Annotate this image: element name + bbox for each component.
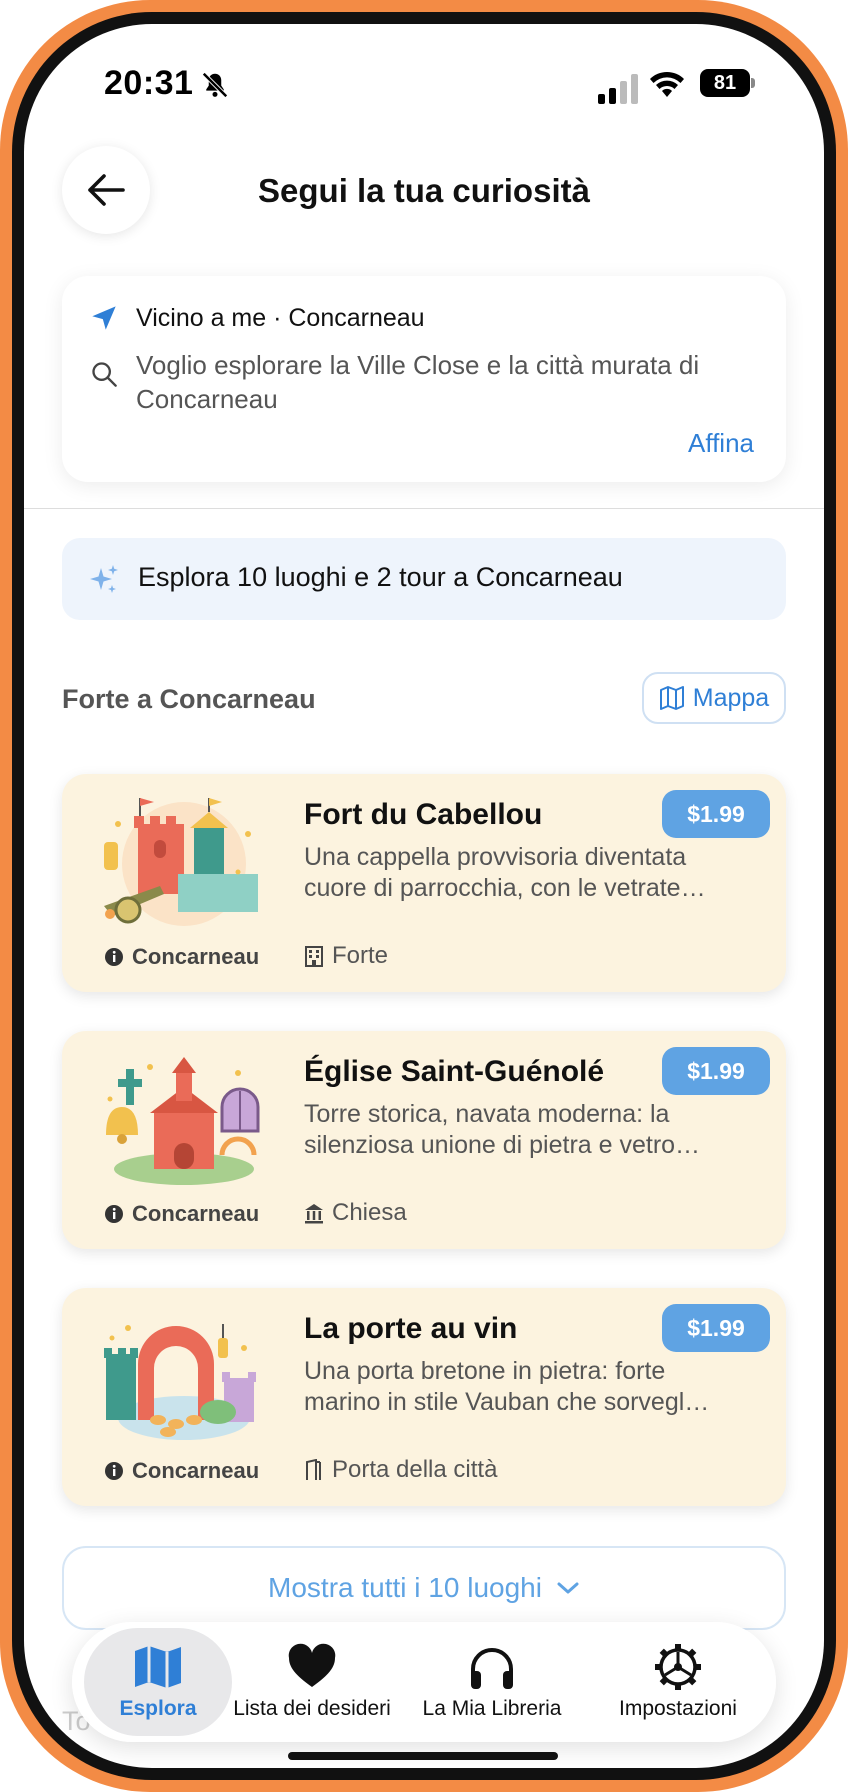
- map-button-label: Mappa: [692, 683, 770, 712]
- place-card[interactable]: Concarneau Église Saint-Guénolé Torre st…: [62, 1031, 786, 1249]
- chevron-down-icon: [557, 1582, 579, 1594]
- phone-bezel: 20:31 81 Segui la tua curiosità Vicino a…: [12, 12, 836, 1780]
- explore-banner-text: Esplora 10 luoghi e 2 tour a Concarneau: [138, 562, 623, 592]
- wifi-icon: [650, 71, 684, 97]
- signal-icon: [598, 74, 638, 104]
- price-badge[interactable]: $1.99: [662, 790, 770, 838]
- place-description: Una cappella provvisoria diventata cuore…: [304, 843, 706, 902]
- show-all-label: Mostra tutti i 10 luoghi: [268, 1572, 542, 1603]
- place-city: Concarneau: [132, 944, 260, 969]
- tab-lista-dei-desideri[interactable]: Lista dei desideri: [220, 1628, 404, 1736]
- place-description: Torre storica, navata moderna: la silenz…: [304, 1100, 701, 1159]
- place-type: Porta della città: [332, 1456, 498, 1483]
- place-type-row: Chiesa: [304, 1199, 407, 1227]
- place-type: Forte: [332, 942, 389, 969]
- map-icon: [659, 686, 684, 710]
- place-city-row: Concarneau: [104, 1201, 259, 1227]
- battery-tip: [751, 78, 755, 88]
- status-time: 20:31: [104, 64, 194, 102]
- tab-impostazioni[interactable]: Impostazioni: [600, 1628, 756, 1736]
- church-illustration: [106, 1057, 260, 1185]
- door-icon: [306, 1459, 321, 1480]
- divider: [24, 508, 824, 509]
- fort-illustration: [104, 798, 258, 926]
- place-name: Fort du Cabellou: [304, 798, 543, 831]
- refine-button[interactable]: Affina: [688, 428, 754, 459]
- page-title: Segui la tua curiosità: [258, 172, 590, 209]
- info-icon: [105, 948, 123, 966]
- place-card[interactable]: Concarneau Fort du Cabellou Una cappella…: [62, 774, 786, 992]
- bell-off-icon: [202, 72, 228, 98]
- tab-label: Impostazioni: [619, 1697, 737, 1720]
- search-card[interactable]: Vicino a me · Concarneau Voglio esplorar…: [62, 276, 786, 482]
- location-label: Vicino a me · Concarneau: [136, 304, 425, 332]
- search-icon: [92, 362, 117, 387]
- info-icon: [105, 1205, 123, 1223]
- place-city-row: Concarneau: [104, 1458, 259, 1484]
- place-city: Concarneau: [132, 1458, 260, 1483]
- info-icon: [105, 1462, 123, 1480]
- place-description: Una porta bretone in pietra: forte marin…: [304, 1357, 710, 1416]
- landmark-icon: [305, 1204, 323, 1224]
- place-city: Concarneau: [132, 1201, 260, 1226]
- tab-label: La Mia Libreria: [422, 1697, 562, 1720]
- heart-icon: [288, 1643, 336, 1687]
- tab-label: Lista dei desideri: [233, 1697, 391, 1720]
- status-bar: 20:31 81: [24, 24, 824, 144]
- screen: 20:31 81 Segui la tua curiosità Vicino a…: [24, 24, 824, 1768]
- tab-la-mia-libreria[interactable]: La Mia Libreria: [406, 1628, 578, 1736]
- sparkle-icon: [90, 565, 118, 593]
- map-icon: [135, 1646, 181, 1688]
- home-indicator: [288, 1752, 558, 1760]
- place-type-row: Porta della città: [304, 1456, 497, 1484]
- gear-icon: [655, 1644, 701, 1690]
- place-name: La porte au vin: [304, 1312, 518, 1345]
- place-city-row: Concarneau: [104, 944, 259, 970]
- headphones-icon: [471, 1648, 513, 1689]
- place-type: Chiesa: [332, 1199, 407, 1226]
- place-type-row: Forte: [304, 942, 388, 970]
- building-icon: [305, 946, 323, 967]
- place-name: Église Saint-Guénolé: [304, 1055, 605, 1088]
- show-all-button[interactable]: Mostra tutti i 10 luoghi: [62, 1546, 786, 1630]
- battery-icon: 81: [700, 69, 756, 97]
- section-title: Forte a Concarneau: [62, 684, 316, 714]
- place-card[interactable]: Concarneau La porte au vin Una porta bre…: [62, 1288, 786, 1506]
- gate-illustration: [104, 1324, 256, 1440]
- phone-frame: 20:31 81 Segui la tua curiosità Vicino a…: [0, 0, 848, 1792]
- location-arrow-icon: [92, 306, 116, 330]
- tab-esplora[interactable]: Esplora: [84, 1628, 232, 1736]
- price-badge[interactable]: $1.99: [662, 1047, 770, 1095]
- search-query[interactable]: Voglio esplorare la Ville Close e la cit…: [136, 348, 756, 416]
- explore-banner: Esplora 10 luoghi e 2 tour a Concarneau: [62, 538, 786, 620]
- tab-bar: Esplora Lista dei desideri La Mia Librer…: [72, 1622, 776, 1742]
- price-badge[interactable]: $1.99: [662, 1304, 770, 1352]
- tab-label: Esplora: [119, 1697, 197, 1720]
- battery-level: 81: [700, 69, 750, 97]
- map-button[interactable]: Mappa: [642, 672, 786, 724]
